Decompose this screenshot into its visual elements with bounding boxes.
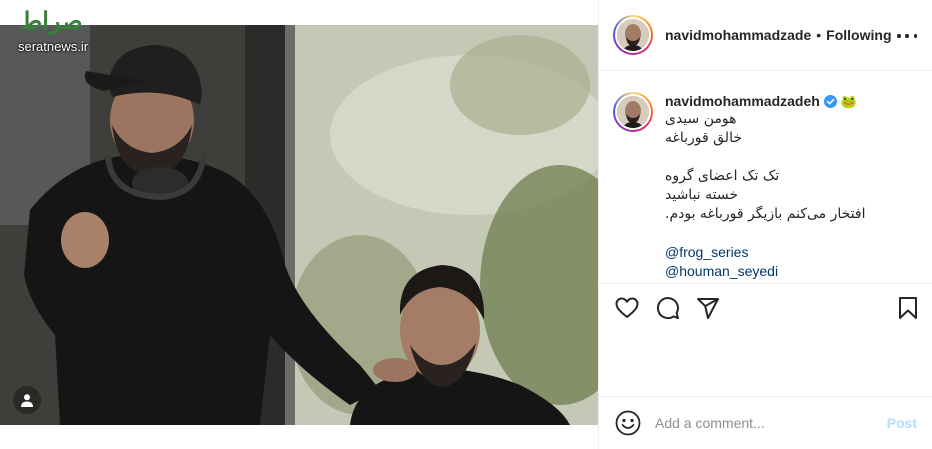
post-caption: navidmohammadzadeh 🐸 هومن سیدی خالق قورب… (599, 72, 932, 283)
mention-link[interactable]: @houman_seyedi (665, 262, 917, 281)
more-dot-icon (913, 34, 917, 38)
caption-line: خسته نباشید (665, 187, 739, 203)
caption-line: افتخار می‌کنم بازیگر قورباغه بودم. (665, 206, 866, 222)
bookmark-icon[interactable] (896, 296, 920, 320)
post-image[interactable] (0, 25, 598, 425)
more-dot-icon (905, 34, 909, 38)
site-watermark: صراط seratnews.ir (14, 6, 104, 54)
header-separator: • (816, 27, 822, 43)
more-dot-icon (897, 34, 901, 38)
caption-line: خالق قورباغه (665, 130, 742, 146)
caption-line: تک تک اعضای گروه (665, 168, 780, 184)
mention-link[interactable]: @frog_series (665, 243, 917, 262)
comment-icon[interactable] (656, 296, 680, 320)
more-options-button[interactable] (897, 26, 917, 46)
post-header: navidmohammadzade • Following (599, 0, 932, 71)
header-avatar-image (615, 17, 651, 53)
frog-emoji: 🐸 (840, 93, 858, 109)
emoji-picker-icon[interactable] (615, 410, 641, 436)
avatar-face-icon (617, 19, 649, 51)
header-avatar[interactable] (613, 15, 653, 55)
caption-line: هومن سیدی (665, 111, 737, 127)
share-icon[interactable] (696, 296, 720, 320)
caption-avatar-image (615, 94, 651, 130)
avatar-face-icon (617, 96, 649, 128)
post-comment-button[interactable]: Post (887, 415, 917, 431)
following-button[interactable]: Following (826, 27, 891, 43)
tagged-users-button[interactable] (13, 386, 41, 414)
caption-body: navidmohammadzadeh 🐸 هومن سیدی خالق قورب… (665, 92, 917, 281)
caption-username-link[interactable]: navidmohammadzadeh (665, 93, 820, 109)
header-username-link[interactable]: navidmohammadzade (665, 27, 811, 43)
post-photo-area: صراط seratnews.ir (0, 0, 598, 449)
watermark-site-text: seratnews.ir (18, 39, 89, 54)
post-side-panel: navidmohammadzade • Following navidmoham… (598, 0, 932, 449)
caption-avatar[interactable] (613, 92, 653, 132)
heart-icon[interactable] (615, 296, 639, 320)
post-actions (599, 283, 932, 331)
verified-badge-icon (823, 94, 837, 108)
watermark-logo-text: صراط (20, 6, 83, 35)
comment-input[interactable] (655, 415, 887, 431)
comment-bar: Post (599, 396, 932, 449)
user-icon (21, 394, 33, 407)
post-image-art (0, 25, 598, 425)
